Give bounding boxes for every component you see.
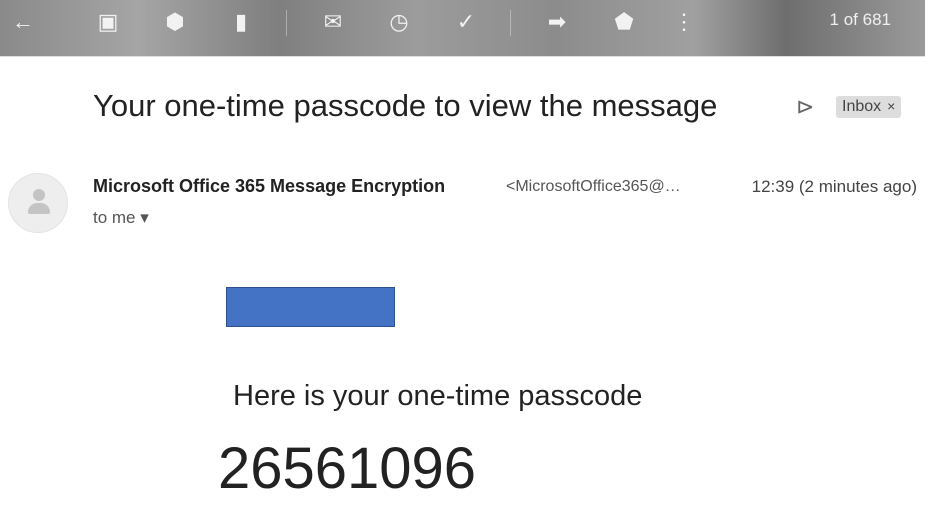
avatar[interactable] — [8, 173, 68, 233]
divider — [510, 10, 511, 36]
recipient-details-toggle[interactable]: to me ▾ — [93, 208, 149, 228]
add-to-tasks-icon[interactable]: ✓ — [452, 8, 480, 36]
message-count: 1 of 681 — [829, 10, 891, 29]
delete-icon[interactable]: ▮ — [227, 8, 255, 36]
mark-unread-icon[interactable]: ✉ — [319, 8, 347, 36]
report-spam-icon[interactable]: ⬢ — [161, 8, 189, 36]
passcode: 26561096 — [218, 436, 477, 501]
inbox-label-text: Inbox — [842, 98, 882, 115]
remove-label-icon[interactable]: × — [887, 98, 895, 114]
timestamp: 12:39 (2 minutes ago) — [751, 177, 917, 196]
person-icon-body — [28, 203, 50, 214]
email-subject: Your one-time passcode to view the messa… — [93, 88, 718, 123]
passcode-intro: Here is your one-time passcode — [233, 380, 643, 412]
move-to-icon[interactable]: ➡ — [543, 8, 571, 36]
toolbar: ← ▣ ⬢ ▮ ✉ ◷ ✓ ➡ ⬟ ⋮ 1 of 681 — [0, 0, 925, 57]
label-icon[interactable]: ⬟ — [610, 8, 638, 36]
redacted-logo — [226, 287, 395, 327]
divider — [286, 10, 287, 36]
person-icon-head — [33, 189, 45, 201]
sender-email: <MicrosoftOffice365@… — [506, 178, 681, 195]
back-arrow-icon[interactable]: ← — [9, 8, 37, 36]
inbox-label: Inbox × — [836, 96, 902, 118]
snooze-icon[interactable]: ◷ — [385, 8, 413, 36]
archive-icon[interactable]: ▣ — [94, 8, 122, 36]
more-vert-icon[interactable]: ⋮ — [670, 8, 698, 36]
importance-marker-icon[interactable]: ⊳ — [796, 94, 814, 120]
sender-name[interactable]: Microsoft Office 365 Message Encryption — [93, 176, 445, 197]
